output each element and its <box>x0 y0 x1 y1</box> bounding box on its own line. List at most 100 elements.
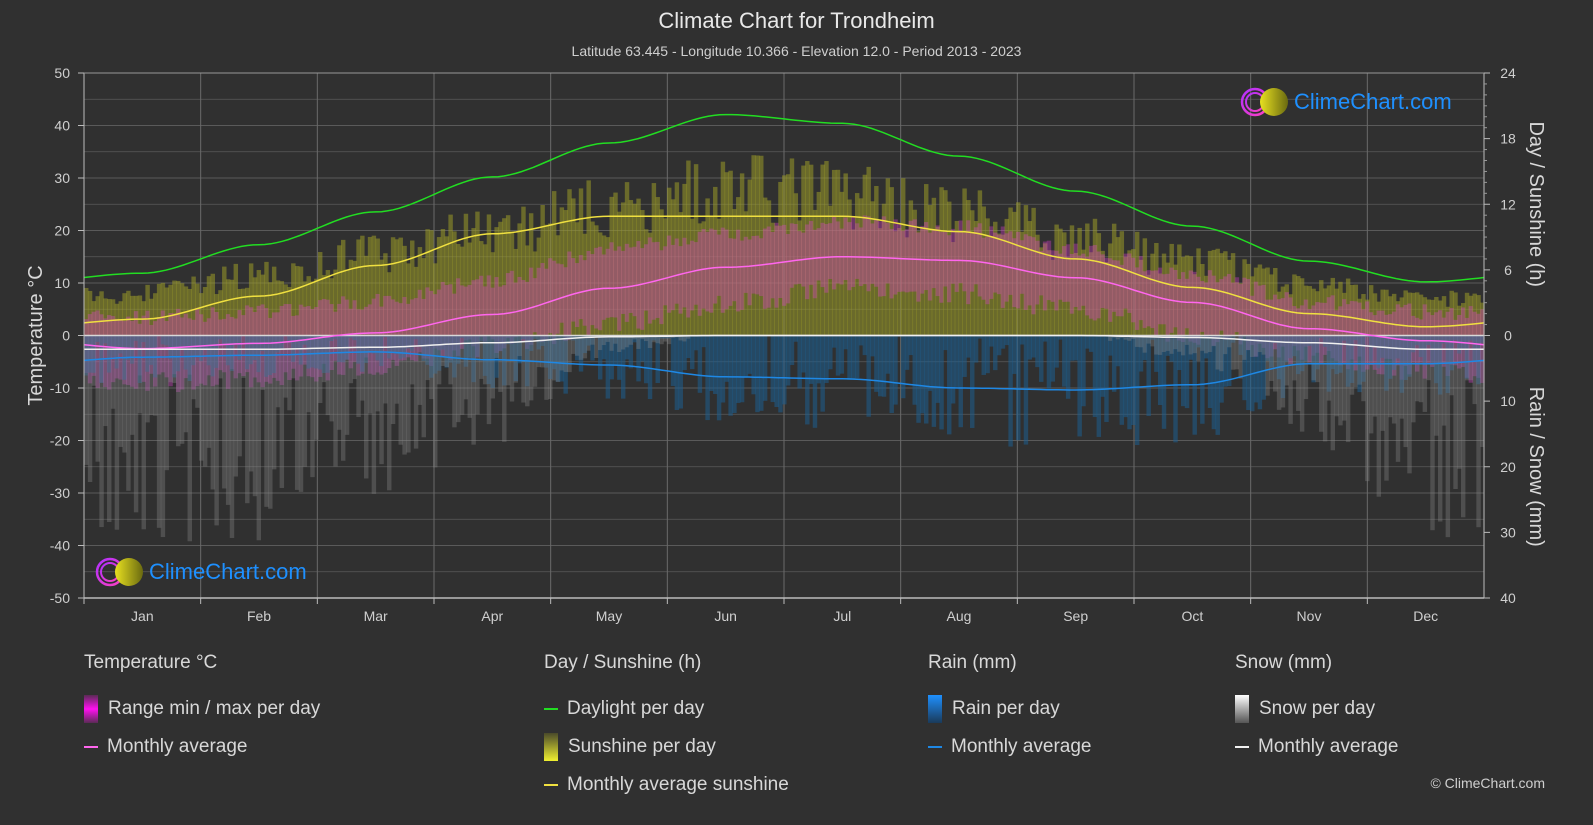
snow-bar <box>172 335 177 383</box>
snow-bar <box>1422 335 1428 412</box>
snow-bar <box>475 335 480 415</box>
snow-bar <box>1434 335 1439 436</box>
snow-bar <box>294 335 300 490</box>
temp-range-bar <box>751 235 756 294</box>
logo-bottom-left[interactable]: ClimeChart.com <box>95 556 307 588</box>
rain-bar <box>839 335 845 374</box>
sunshine-avg-swatch <box>544 784 558 786</box>
rain-bar <box>736 335 741 403</box>
legend-item-snow-avg: Monthly average <box>1235 728 1398 766</box>
y-tick-label: -50 <box>50 590 70 606</box>
y-tick-label: -40 <box>50 538 70 554</box>
y3-tick-label: 40 <box>1500 590 1516 606</box>
snow-bar <box>387 335 392 491</box>
snow-bar <box>1276 335 1282 410</box>
rain-bar <box>1096 335 1102 437</box>
rain-bar <box>831 335 837 348</box>
temp-range-bar <box>724 229 729 310</box>
legend-item-rain: Rain per day <box>928 690 1091 728</box>
rain-bar <box>693 335 699 351</box>
temp-range-bar <box>1234 277 1240 333</box>
snow-bar <box>344 335 350 435</box>
temp-range-bar <box>1042 241 1048 311</box>
x-tick-label: Jun <box>714 608 737 624</box>
rain-bar <box>793 335 799 342</box>
snow-bar <box>1219 335 1224 372</box>
snow-bar <box>1384 335 1389 481</box>
rain-bar <box>805 335 810 425</box>
temp-range-bar <box>1031 237 1036 315</box>
temp-range-bar <box>854 223 860 279</box>
rain-bar <box>1077 335 1082 437</box>
temp-range-bar <box>958 220 963 284</box>
temp-range-bar <box>797 231 802 284</box>
snow-bar <box>1457 335 1462 469</box>
temp-range-bar <box>985 236 990 305</box>
snow-bar <box>164 335 169 471</box>
temp-range-bar <box>528 267 534 345</box>
rain-bar <box>1119 335 1125 425</box>
temp-range-bar <box>885 222 891 284</box>
rain-bar <box>843 335 848 350</box>
temp-range-bar <box>766 226 772 308</box>
temp-range-bar <box>720 227 726 313</box>
rain-bar <box>739 335 745 403</box>
temp-range-bar <box>532 278 538 333</box>
temp-range-bar <box>1115 260 1121 317</box>
temp-range-bar <box>1081 253 1086 306</box>
temp-range-bar <box>900 230 906 292</box>
rain-bar <box>835 335 841 376</box>
rain-bar <box>893 335 898 405</box>
rain-bar <box>732 335 737 414</box>
temp-range-bar <box>667 235 672 313</box>
snow-bar <box>191 335 196 400</box>
legend-rain-title: Rain (mm) <box>928 652 1017 673</box>
temp-range-bar <box>770 231 776 299</box>
legend-label: Rain per day <box>952 698 1060 719</box>
rain-bar <box>970 335 975 428</box>
temp-range-bar <box>1173 269 1178 328</box>
snow-bar <box>1257 335 1263 353</box>
temp-range-bar <box>1138 256 1144 321</box>
rain-bar <box>947 335 952 435</box>
y3-tick-label: 30 <box>1500 524 1516 540</box>
rain-bar <box>747 335 752 374</box>
temp-range-bar <box>705 231 710 312</box>
rain-bar <box>950 335 956 404</box>
snow-bar <box>1357 335 1362 385</box>
logo-top-right[interactable]: ClimeChart.com <box>1240 86 1452 118</box>
rain-bar <box>866 335 871 417</box>
snow-bar <box>440 335 446 366</box>
temp-range-bar <box>866 216 871 292</box>
temp-range-bar <box>1227 273 1232 339</box>
snow-bar <box>459 335 465 415</box>
snow-bar <box>594 335 599 359</box>
snow-bar <box>1353 335 1359 388</box>
temp-range-bar <box>578 255 584 320</box>
snow-bar <box>202 335 208 467</box>
snow-bar <box>1326 335 1332 401</box>
snow-bar <box>1169 335 1174 354</box>
rain-bar <box>1042 335 1048 342</box>
rain-bar <box>1104 335 1109 422</box>
rain-bar <box>1054 335 1059 368</box>
temp-range-bar <box>728 238 733 306</box>
rain-bar <box>847 335 852 380</box>
temp-range-bar <box>747 239 752 306</box>
snow-bar <box>1142 335 1148 353</box>
temp-range-bar <box>644 244 649 311</box>
temp-range-bar <box>782 224 787 306</box>
rain-bar <box>797 335 802 389</box>
snow-bar <box>1345 335 1351 443</box>
rain-bar <box>762 335 768 401</box>
temp-range-bar <box>924 222 929 291</box>
temp-range-bar <box>774 222 779 308</box>
temp-range-bar <box>505 273 511 339</box>
x-tick-label: Apr <box>481 608 503 624</box>
snow-bar <box>394 335 400 404</box>
rain-bar <box>644 335 649 384</box>
snow-bar <box>268 335 273 509</box>
temp-range-bar <box>1108 258 1113 322</box>
temp-range-bar <box>674 238 680 304</box>
legend-label: Sunshine per day <box>568 736 716 757</box>
